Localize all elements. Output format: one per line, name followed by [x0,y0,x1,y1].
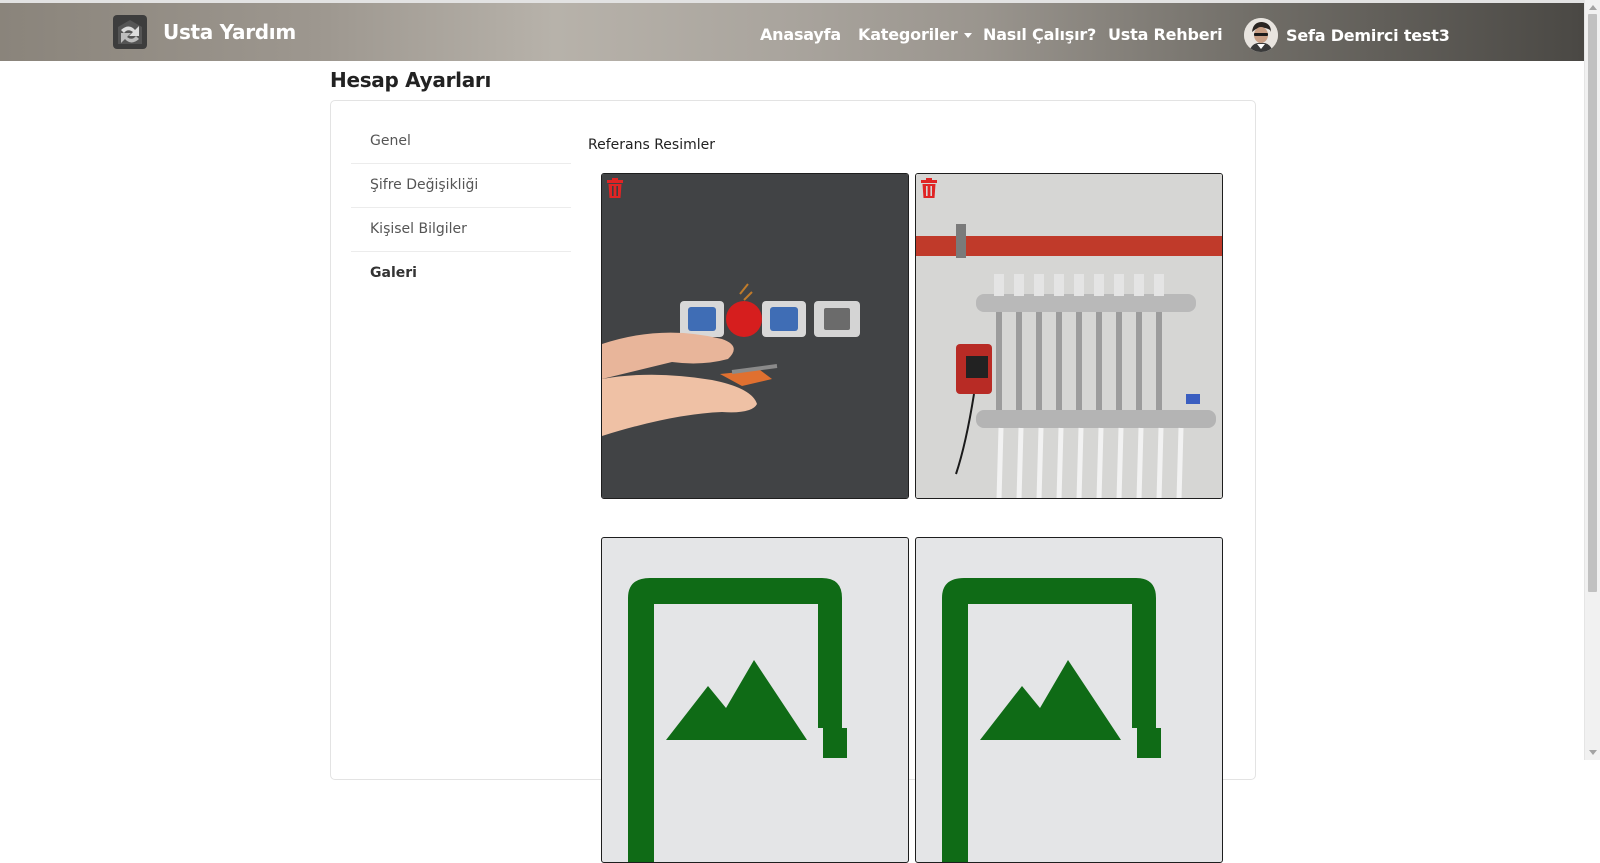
page-title: Hesap Ayarları [330,68,492,92]
scroll-up-arrow-icon[interactable] [1589,5,1597,10]
chevron-down-icon [963,33,972,38]
menu-item-personal-info[interactable]: Kişisel Bilgiler [351,208,571,252]
plumbing-manifold-photo [916,174,1222,498]
trash-icon[interactable] [606,178,624,198]
gallery-upload-slot-2[interactable] [915,537,1223,863]
scroll-down-arrow-icon[interactable] [1589,750,1597,755]
brand-logo-icon [113,15,147,49]
electric-socket-photo [602,174,908,498]
settings-side-menu: Genel Şifre Değişikliği Kişisel Bilgiler… [351,120,571,296]
brand-name: Usta Yardım [163,20,296,44]
scrollbar-thumb[interactable] [1588,14,1597,592]
gallery-image-2[interactable] [915,173,1223,499]
image-placeholder-icon [628,578,847,862]
brand-link[interactable]: Usta Yardım [109,11,296,53]
nav-link-guide[interactable]: Usta Rehberi [1108,25,1223,44]
menu-item-gallery[interactable]: Galeri [351,252,571,296]
nav-link-home[interactable]: Anasayfa [760,25,841,44]
user-avatar-icon [1244,18,1278,52]
menu-item-general[interactable]: Genel [351,120,571,164]
user-menu[interactable]: Sefa Demirci test3 [1244,18,1450,52]
user-name: Sefa Demirci test3 [1286,25,1450,45]
image-placeholder-icon [942,578,1161,862]
avatar [1244,18,1278,52]
nav-link-categories[interactable]: Kategoriler [858,25,972,44]
nav-link-how-it-works[interactable]: Nasıl Çalışır? [983,25,1096,44]
gallery-section-title: Referans Resimler [588,137,715,153]
trash-icon[interactable] [920,178,938,198]
nav-link-categories-label: Kategoriler [858,25,958,44]
top-navbar: Usta Yardım Anasayfa Kategoriler Nasıl Ç… [0,0,1584,61]
gallery-image-1[interactable] [601,173,909,499]
gallery-upload-slot-1[interactable] [601,537,909,863]
menu-item-password-change[interactable]: Şifre Değişikliği [351,164,571,208]
page-scrollbar[interactable] [1584,0,1600,760]
